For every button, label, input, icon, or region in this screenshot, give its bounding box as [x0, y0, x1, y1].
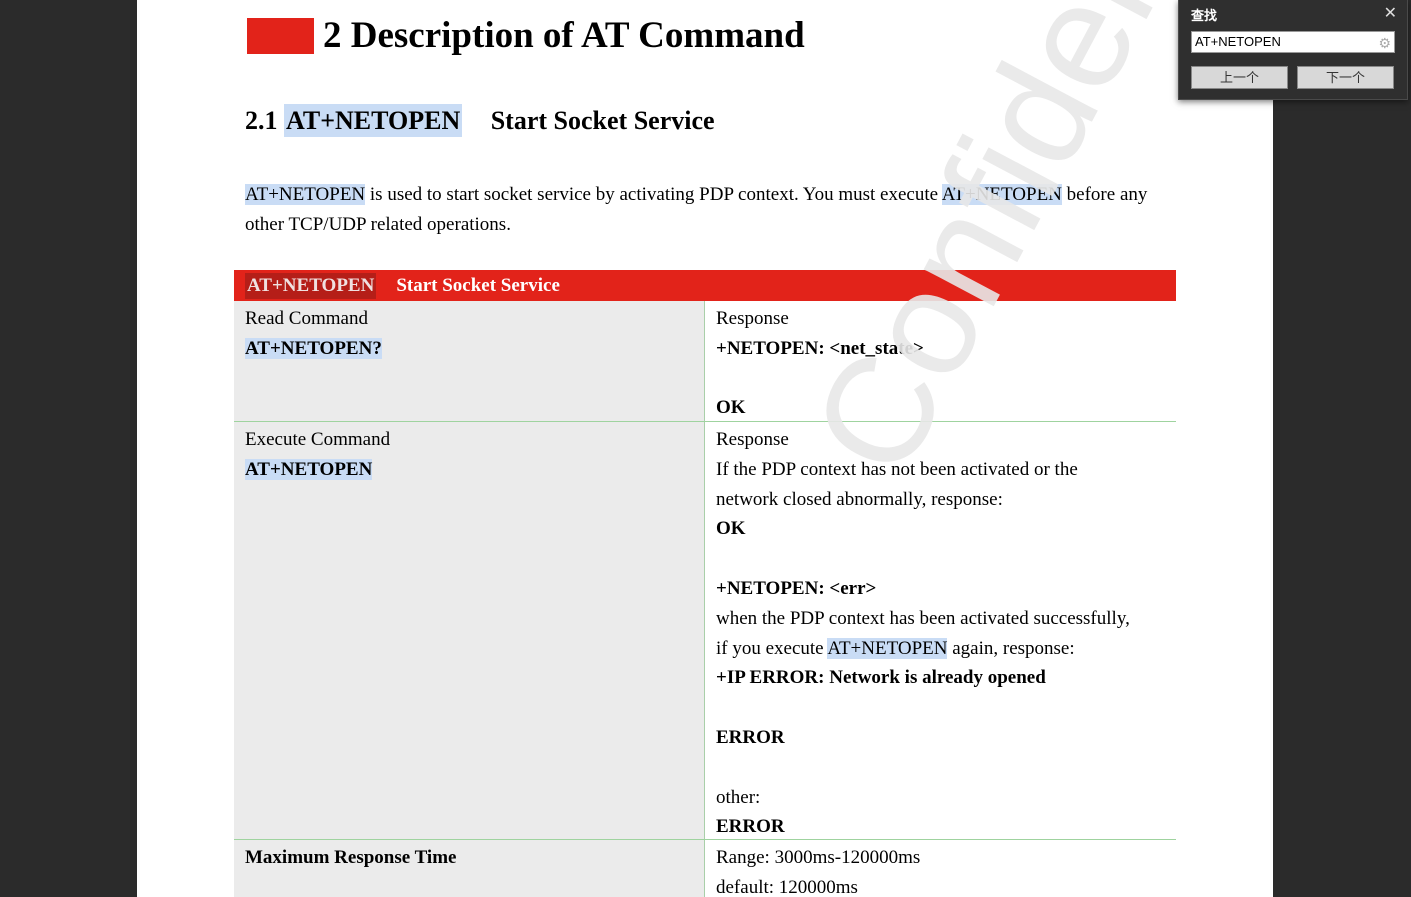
table-row-execute: Execute Command AT+NETOPEN Response If t… [234, 422, 1176, 840]
table-header: AT+NETOPEN Start Socket Service [234, 270, 1176, 301]
find-panel-title: 查找 [1191, 8, 1218, 23]
intro-command-highlight-2: AT+NETOPEN [941, 184, 1062, 205]
heading-1: 2 Description of AT Command [247, 14, 805, 57]
heading-2: 2.1 AT+NETOPEN Start Socket Service [245, 104, 715, 137]
heading-2-title: Start Socket Service [490, 106, 715, 135]
read-response-ok: OK [716, 397, 746, 419]
table-row-max-time: Maximum Response Time Range: 3000ms-1200… [234, 840, 1176, 897]
heading-1-text: 2 Description of AT Command [323, 15, 805, 56]
execute-line-3: when the PDP context has been activated … [716, 607, 1130, 629]
find-panel: 查找 ✕ AT+NETOPEN ⚙ 上一个 下一个 [1178, 0, 1408, 100]
table-cell-right: Response +NETOPEN: <net_state> OK [705, 301, 1176, 421]
execute-netopen-err: +NETOPEN: <err> [716, 577, 877, 599]
execute-line-4-command-highlight: AT+NETOPEN [827, 637, 948, 659]
max-time-default: default: 120000ms [716, 876, 858, 897]
find-input[interactable]: AT+NETOPEN ⚙ [1191, 31, 1395, 53]
execute-ip-error: +IP ERROR: Network is already opened [716, 667, 1046, 689]
table-header-command: AT+NETOPEN [245, 272, 377, 299]
table-row-read: Read Command AT+NETOPEN? Response +NETOP… [234, 301, 1176, 422]
execute-line-4: if you execute AT+NETOPEN again, respons… [716, 634, 1176, 664]
table-cell-left: Maximum Response Time [234, 840, 705, 897]
execute-command-highlight: AT+NETOPEN [245, 458, 373, 480]
execute-line-2: network closed abnormally, response: [716, 488, 1003, 510]
find-query: AT+NETOPEN [1195, 34, 1281, 49]
heading-2-command-highlight: AT+NETOPEN [284, 104, 463, 137]
document-page: Confidential 2 Description of AT Command… [137, 0, 1273, 897]
execute-line-4a: if you execute [716, 637, 828, 659]
execute-response-label: Response [716, 429, 789, 450]
intro-text-1: is used to start socket service by activ… [365, 184, 942, 205]
execute-line-1: If the PDP context has not been activate… [716, 458, 1078, 480]
execute-other: other: [716, 786, 761, 808]
table-header-title: Start Socket Service [396, 274, 560, 296]
execute-ok: OK [716, 518, 746, 540]
heading-2-number: 2.1 [245, 106, 278, 135]
read-response-label: Response [716, 308, 789, 329]
execute-error-1: ERROR [716, 726, 785, 748]
intro-command-highlight: AT+NETOPEN [245, 184, 366, 205]
max-time-range: Range: 3000ms-120000ms [716, 847, 921, 868]
read-response-line: +NETOPEN: <net_state> [716, 337, 924, 359]
read-command-label: Read Command [245, 308, 368, 329]
table-cell-right: Response If the PDP context has not been… [705, 422, 1176, 839]
max-time-label: Maximum Response Time [245, 847, 457, 868]
close-icon[interactable]: ✕ [1384, 3, 1397, 23]
table-cell-left: Execute Command AT+NETOPEN [234, 422, 705, 839]
gear-icon[interactable]: ⚙ [1378, 33, 1391, 53]
read-command-highlight: AT+NETOPEN? [245, 337, 382, 359]
table-cell-left: Read Command AT+NETOPEN? [234, 301, 705, 421]
execute-line-4b: again, response: [947, 637, 1075, 659]
find-next-button[interactable]: 下一个 [1297, 66, 1394, 89]
execute-error-2: ERROR [716, 816, 785, 838]
find-prev-button[interactable]: 上一个 [1191, 66, 1288, 89]
intro-paragraph: AT+NETOPEN is used to start socket servi… [245, 180, 1170, 240]
heading-red-bar [247, 17, 314, 54]
execute-command-label: Execute Command [245, 429, 391, 450]
table-cell-right: Range: 3000ms-120000ms default: 120000ms [705, 840, 1176, 897]
